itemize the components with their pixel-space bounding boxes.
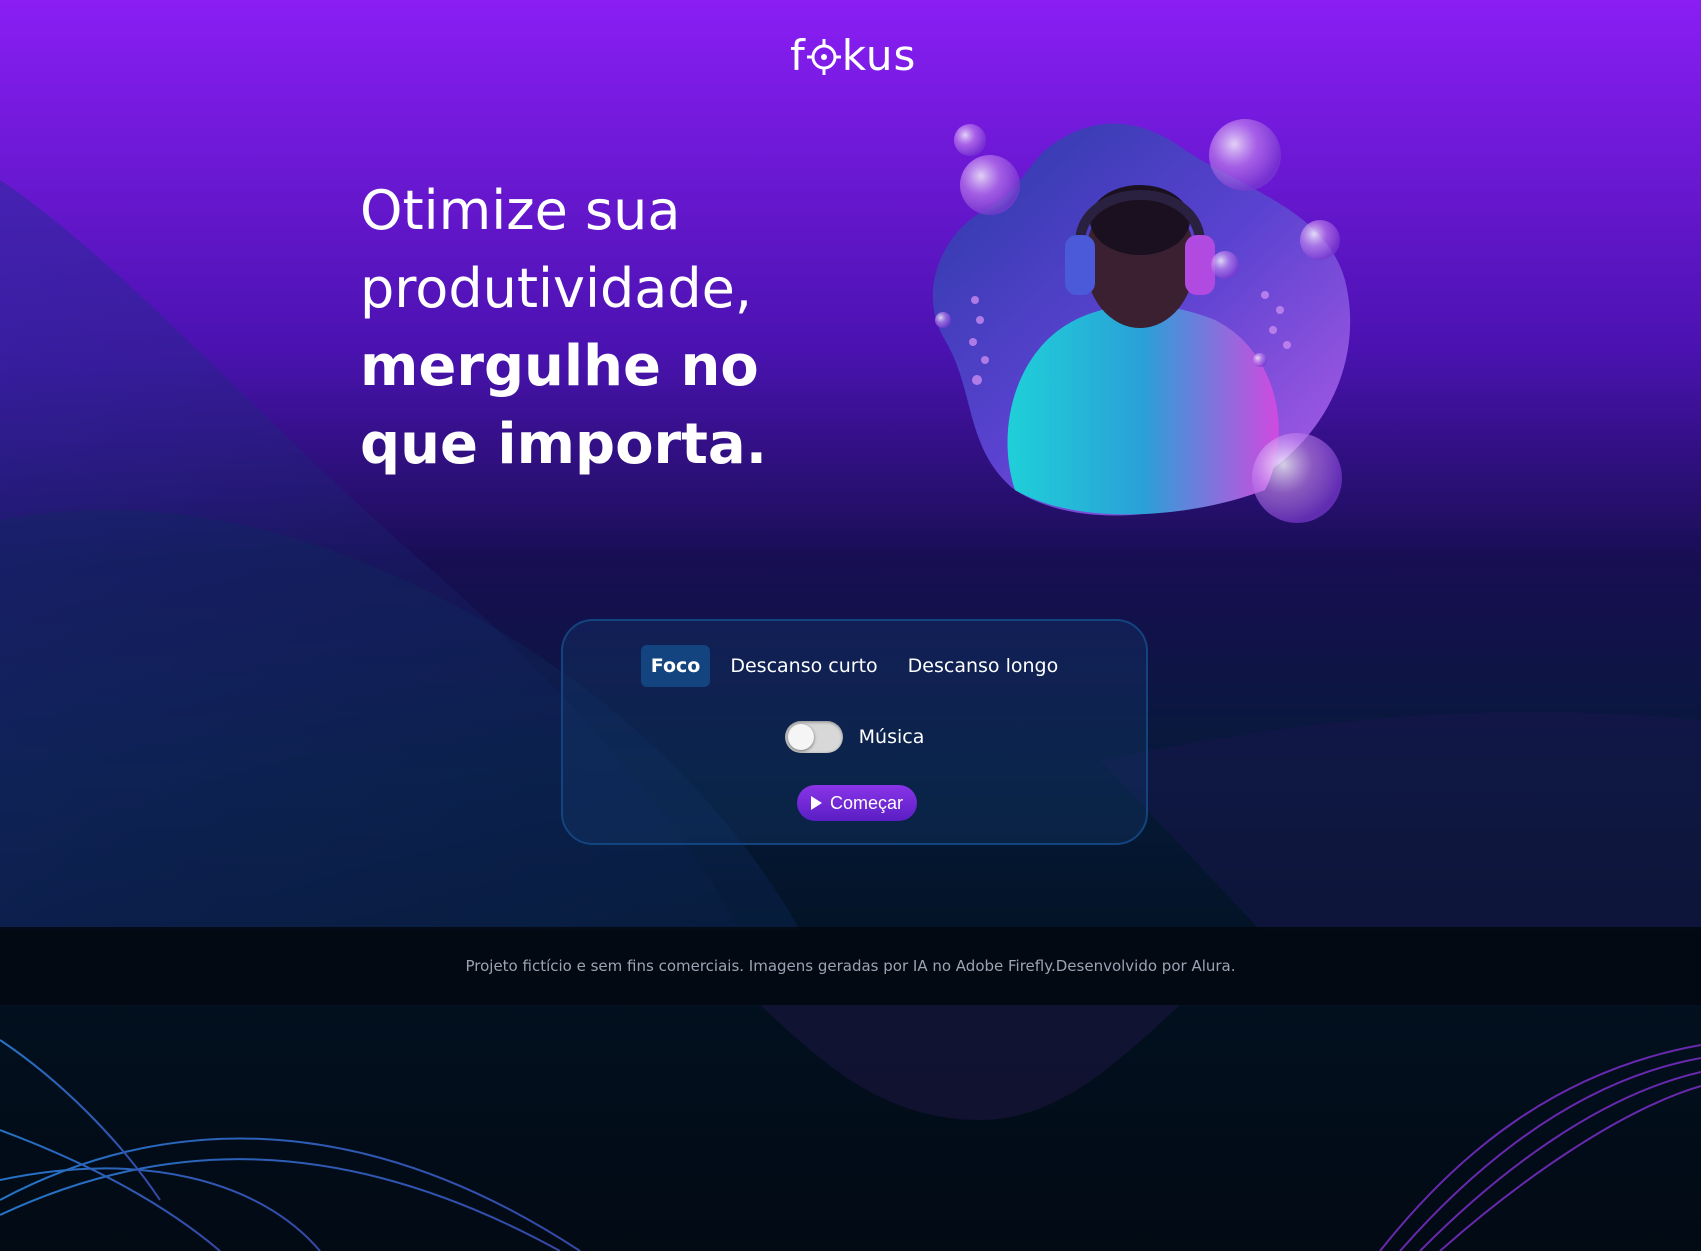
tab-descanso-curto[interactable]: Descanso curto — [720, 645, 887, 687]
hero-illustration — [932, 119, 1351, 523]
target-icon — [806, 39, 841, 75]
fokus-logo: f kus — [790, 30, 916, 80]
play-icon — [810, 796, 822, 810]
start-button-label: Começar — [829, 792, 904, 813]
logo-prefix: f — [790, 30, 806, 80]
footer-text: Projeto fictício e sem fins comerciais. … — [465, 957, 1236, 975]
hero-line-2: produtividade, — [360, 257, 753, 320]
tab-foco[interactable]: Foco — [640, 645, 711, 687]
mode-tabs: Foco Descanso curto Descanso longo — [563, 645, 1146, 687]
start-button[interactable]: Começar — [797, 785, 917, 821]
tab-descanso-longo[interactable]: Descanso longo — [898, 645, 1069, 687]
footer: Projeto fictício e sem fins comerciais. … — [0, 927, 1701, 1005]
music-toggle[interactable] — [784, 721, 843, 753]
timer-card: Foco Descanso curto Descanso longo Músic… — [561, 619, 1148, 845]
toggle-knob — [787, 724, 814, 750]
music-label: Música — [858, 726, 925, 748]
hero-line-4: que importa. — [360, 412, 767, 477]
music-toggle-row: Música — [563, 721, 1146, 753]
hero-line-3: mergulhe no — [360, 334, 759, 399]
hero-line-1: Otimize sua — [360, 179, 681, 242]
hero-title: Otimize sua produtividade, mergulhe no q… — [360, 172, 880, 484]
logo-suffix: kus — [841, 30, 917, 80]
